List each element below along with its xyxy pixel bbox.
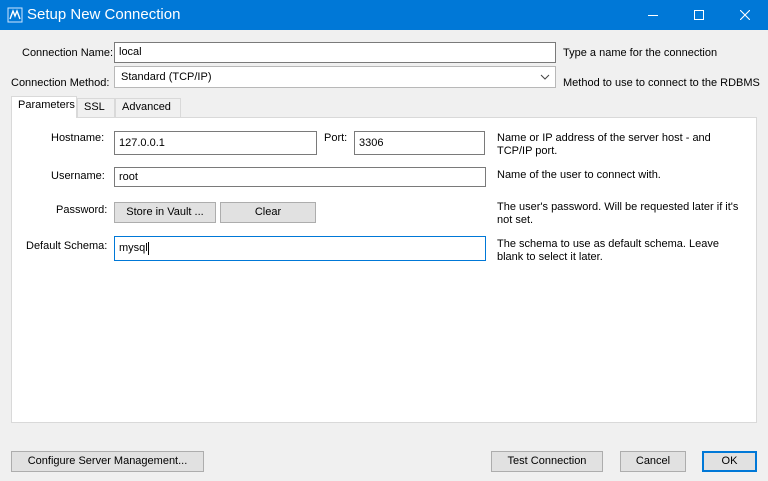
connection-name-hint: Type a name for the connection: [563, 47, 718, 59]
window-title: Setup New Connection: [27, 6, 181, 23]
hostname-value: 127.0.0.1: [119, 137, 165, 149]
title-bar: Setup New Connection: [0, 0, 768, 30]
hostname-hint-line-1: Name or IP address of the server host - …: [497, 132, 711, 144]
default-schema-hint-line-2: blank to select it later.: [497, 251, 603, 263]
default-schema-hint: The schema to use as default schema. Lea…: [497, 238, 719, 264]
tab-ssl-label: SSL: [84, 101, 105, 113]
password-hint-line-1: The user's password. Will be requested l…: [497, 201, 739, 213]
port-value: 3306: [359, 137, 384, 149]
tab-ssl[interactable]: SSL: [77, 98, 115, 117]
configure-server-management-button[interactable]: Configure Server Management...: [11, 451, 204, 472]
hostname-hint: Name or IP address of the server host - …: [497, 132, 711, 158]
close-button[interactable]: [722, 0, 768, 30]
password-hint: The user's password. Will be requested l…: [497, 201, 738, 227]
connection-method-hint: Method to use to connect to the RDBMS: [563, 77, 760, 89]
password-hint-line-2: not set.: [497, 214, 534, 226]
maximize-button[interactable]: [676, 0, 722, 30]
connection-method-label: Connection Method:: [11, 77, 110, 89]
minimize-icon: [648, 15, 658, 16]
connection-name-value: local: [119, 46, 142, 58]
tab-advanced[interactable]: Advanced: [115, 98, 181, 117]
connection-name-input[interactable]: local: [114, 42, 556, 63]
connection-name-label: Connection Name:: [22, 47, 114, 59]
store-in-vault-button[interactable]: Store in Vault ...: [114, 202, 216, 223]
tab-parameters[interactable]: Parameters: [11, 96, 77, 118]
default-schema-hint-line-1: The schema to use as default schema. Lea…: [497, 238, 719, 250]
minimize-button[interactable]: [630, 0, 676, 30]
connection-method-value: Standard (TCP/IP): [121, 71, 212, 83]
mysql-workbench-icon: [7, 7, 23, 23]
port-input[interactable]: 3306: [354, 131, 485, 155]
clear-password-button[interactable]: Clear: [220, 202, 316, 223]
test-connection-button[interactable]: Test Connection: [491, 451, 603, 472]
tab-advanced-label: Advanced: [122, 101, 171, 113]
close-icon: [740, 10, 750, 20]
username-input[interactable]: root: [114, 167, 486, 187]
ok-button[interactable]: OK: [702, 451, 757, 472]
default-schema-value: mysql: [119, 242, 148, 254]
default-schema-input[interactable]: mysql: [114, 236, 486, 261]
username-label: Username:: [51, 170, 105, 182]
maximize-icon: [694, 10, 704, 20]
connection-method-select[interactable]: Standard (TCP/IP): [114, 66, 556, 88]
text-caret: [147, 241, 149, 255]
username-value: root: [119, 171, 138, 183]
hostname-hint-line-2: TCP/IP port.: [497, 145, 558, 157]
tab-parameters-label: Parameters: [18, 99, 75, 111]
default-schema-label: Default Schema:: [26, 240, 108, 252]
cancel-button[interactable]: Cancel: [620, 451, 686, 472]
port-label: Port:: [324, 132, 348, 144]
username-hint: Name of the user to connect with.: [497, 169, 661, 181]
chevron-down-icon: [540, 74, 550, 80]
hostname-input[interactable]: 127.0.0.1: [114, 131, 317, 155]
hostname-label: Hostname:: [51, 132, 105, 144]
parameters-panel: [11, 117, 757, 423]
password-label: Password:: [56, 204, 108, 216]
